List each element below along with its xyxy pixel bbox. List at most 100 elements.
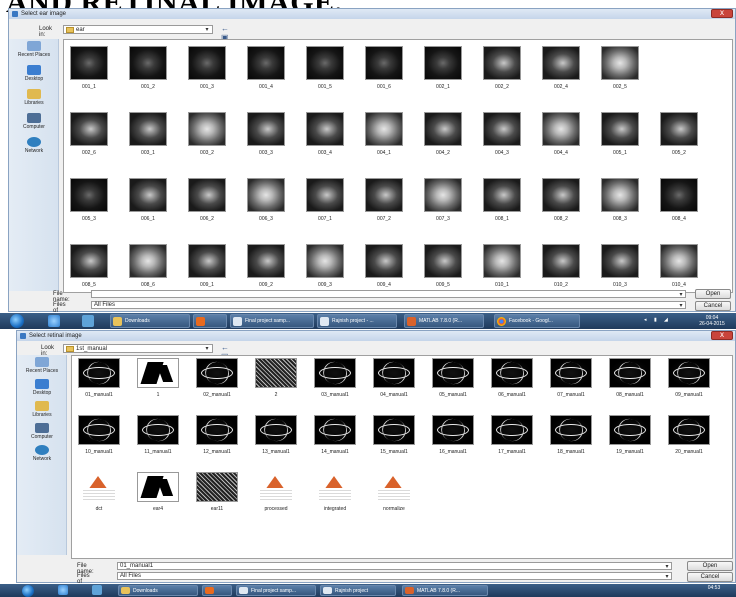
file-item[interactable]: 08_manual1	[609, 358, 651, 398]
look-in-dropdown[interactable]: ear ▾	[63, 25, 213, 34]
file-item[interactable]: 001_4	[247, 46, 285, 90]
taskbar-item-downloads[interactable]: Downloads	[118, 585, 198, 596]
place-computer[interactable]: Computer	[17, 423, 67, 440]
file-item[interactable]: 002_2	[483, 46, 521, 90]
file-item[interactable]: 009_1	[188, 244, 226, 288]
file-item[interactable]: 15_manual1	[373, 415, 415, 455]
look-in-dropdown[interactable]: 1st_manual ▾	[63, 344, 213, 353]
file-item[interactable]: 005_1	[601, 112, 639, 156]
file-item[interactable]: 17_manual1	[491, 415, 533, 455]
file-item[interactable]: 007_1	[306, 178, 344, 222]
taskbar-item-media[interactable]	[193, 314, 227, 328]
place-network[interactable]: Network	[9, 137, 59, 154]
file-item[interactable]: 002_5	[601, 46, 639, 90]
file-item[interactable]: 003_4	[306, 112, 344, 156]
file-item[interactable]: ear4	[137, 472, 179, 512]
file-item[interactable]: 008_6	[129, 244, 167, 288]
start-button[interactable]	[22, 585, 34, 597]
cancel-button[interactable]: Cancel	[687, 572, 733, 582]
taskbar-item-matlab[interactable]: MATLAB 7.8.0 (R...	[402, 585, 488, 596]
browser-icon[interactable]	[58, 585, 68, 595]
file-item[interactable]: 010_3	[601, 244, 639, 288]
file-item[interactable]: 010_2	[542, 244, 580, 288]
file-item[interactable]: 19_manual1	[609, 415, 651, 455]
taskbar-item-rajnish-project[interactable]: Rajnish project - ...	[317, 314, 397, 328]
file-item[interactable]: 18_manual1	[550, 415, 592, 455]
taskbar-item-matlab[interactable]: MATLAB 7.8.0 (R...	[404, 314, 484, 328]
file-item[interactable]: 12_manual1	[196, 415, 238, 455]
file-item[interactable]: 001_5	[306, 46, 344, 90]
file-item[interactable]: 04_manual1	[373, 358, 415, 398]
file-item[interactable]: 010_1	[483, 244, 521, 288]
file-item[interactable]: 008_3	[601, 178, 639, 222]
file-item[interactable]: normalize	[373, 472, 415, 512]
file-item[interactable]: 001_3	[188, 46, 226, 90]
file-item[interactable]: 05_manual1	[432, 358, 474, 398]
taskbar-item-downloads[interactable]: Downloads	[110, 314, 190, 328]
file-name-input[interactable]: 01_manual1	[117, 562, 672, 570]
close-button[interactable]	[711, 330, 733, 340]
file-item[interactable]: 005_3	[70, 178, 108, 222]
tray-arrow-icon[interactable]: ◂	[644, 317, 647, 323]
file-item[interactable]: 007_2	[365, 178, 403, 222]
place-recent[interactable]: Recent Places	[9, 41, 59, 58]
file-item[interactable]: 006_2	[188, 178, 226, 222]
file-item[interactable]: 004_4	[542, 112, 580, 156]
file-item[interactable]: 008_4	[660, 178, 698, 222]
place-desktop[interactable]: Desktop	[9, 65, 59, 82]
place-network[interactable]: Network	[17, 445, 67, 462]
volume-icon[interactable]: ◢	[664, 317, 668, 323]
file-item[interactable]: 007_3	[424, 178, 462, 222]
file-item[interactable]: 003_1	[129, 112, 167, 156]
taskbar-item-rajnish-project[interactable]: Rajnish project	[320, 585, 396, 596]
taskbar-clock[interactable]: 04:53	[696, 585, 732, 591]
file-item[interactable]: 009_4	[365, 244, 403, 288]
file-item[interactable]: integrated	[314, 472, 356, 512]
file-item[interactable]: 003_2	[188, 112, 226, 156]
file-item[interactable]: 002_1	[424, 46, 462, 90]
file-item[interactable]: 006_1	[129, 178, 167, 222]
taskbar-item-final-project[interactable]: Final project samp...	[236, 585, 316, 596]
file-item[interactable]: 07_manual1	[550, 358, 592, 398]
cancel-button[interactable]: Cancel	[695, 301, 731, 311]
file-item[interactable]: 14_manual1	[314, 415, 356, 455]
file-item[interactable]: 002_6	[70, 112, 108, 156]
taskbar-item-final-project[interactable]: Final project samp...	[230, 314, 314, 328]
files-of-type-dropdown[interactable]: All Files	[117, 572, 672, 580]
network-status-icon[interactable]: ▮	[654, 317, 657, 323]
file-item[interactable]: 004_3	[483, 112, 521, 156]
file-item[interactable]: processed	[255, 472, 297, 512]
file-item[interactable]: 008_2	[542, 178, 580, 222]
file-item[interactable]: 11_manual1	[137, 415, 179, 455]
place-recent[interactable]: Recent Places	[17, 357, 67, 374]
file-item[interactable]: 1	[137, 358, 179, 398]
file-item[interactable]: 001_2	[129, 46, 167, 90]
file-item[interactable]: 09_manual1	[668, 358, 710, 398]
chevron-down-icon[interactable]: ▾	[677, 291, 685, 298]
open-button[interactable]: Open	[687, 561, 733, 571]
file-item[interactable]: 13_manual1	[255, 415, 297, 455]
file-item[interactable]: 001_6	[365, 46, 403, 90]
explorer-icon[interactable]	[92, 585, 102, 595]
browser-icon[interactable]	[48, 315, 60, 327]
file-item[interactable]: 009_2	[247, 244, 285, 288]
file-item[interactable]: 06_manual1	[491, 358, 533, 398]
taskbar-item-facebook[interactable]: Facebook - Googl...	[494, 314, 580, 328]
files-of-type-dropdown[interactable]: All Files	[91, 301, 686, 309]
file-item[interactable]: 01_manual1	[78, 358, 120, 398]
open-button[interactable]: Open	[695, 289, 731, 299]
file-item[interactable]: 009_3	[306, 244, 344, 288]
file-item[interactable]: 02_manual1	[196, 358, 238, 398]
back-icon[interactable]: ←	[221, 343, 231, 352]
file-item[interactable]: 003_3	[247, 112, 285, 156]
system-tray[interactable]: ◂ ▮ ◢	[640, 313, 680, 329]
file-item[interactable]: 002_4	[542, 46, 580, 90]
place-computer[interactable]: Computer	[9, 113, 59, 130]
taskbar-clock[interactable]: 09:04 26-04-2015	[690, 315, 734, 327]
file-item[interactable]: 008_1	[483, 178, 521, 222]
file-item[interactable]: dct	[78, 472, 120, 512]
file-item[interactable]: ear11	[196, 472, 238, 512]
file-item[interactable]: 2	[255, 358, 297, 398]
back-icon[interactable]: ←	[221, 24, 231, 33]
file-item[interactable]: 16_manual1	[432, 415, 474, 455]
